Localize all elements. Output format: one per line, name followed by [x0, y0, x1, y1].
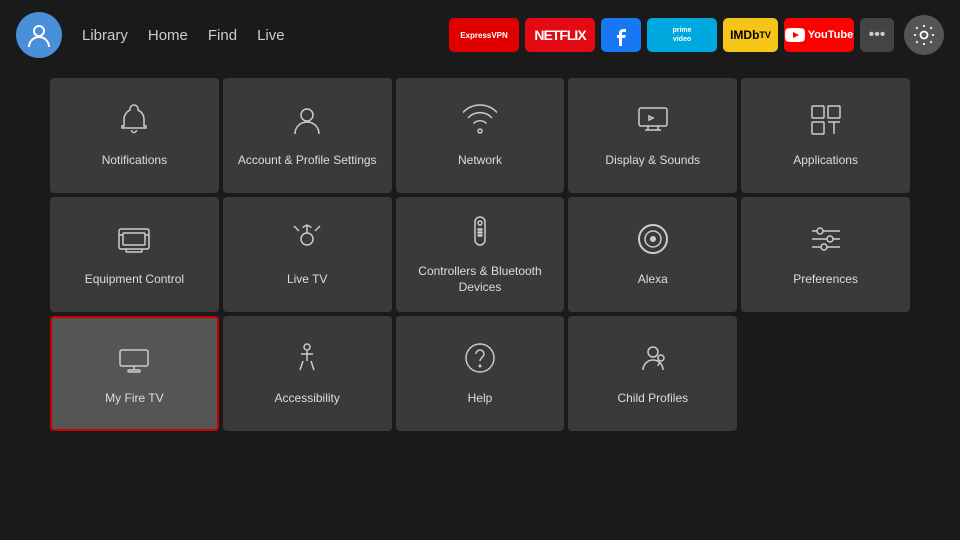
app-netflix[interactable]: NETFLIX — [525, 18, 595, 52]
app-facebook[interactable] — [601, 18, 641, 52]
settings-cell-myfiretv[interactable]: My Fire TV — [50, 316, 219, 431]
nav-home[interactable]: Home — [148, 27, 188, 44]
cell-label-childprofiles: Child Profiles — [617, 391, 688, 407]
cell-label-applications: Applications — [793, 153, 858, 169]
cell-label-controllers: Controllers & Bluetooth Devices — [404, 264, 557, 295]
cell-label-accessibility: Accessibility — [275, 391, 340, 407]
settings-cell-account[interactable]: Account & Profile Settings — [223, 78, 392, 193]
cell-label-livetv: Live TV — [287, 272, 327, 288]
cell-label-network: Network — [458, 153, 502, 169]
antenna-icon — [289, 221, 325, 262]
nav-live[interactable]: Live — [257, 27, 285, 44]
settings-cell-childprofiles[interactable]: Child Profiles — [568, 316, 737, 431]
nav-library[interactable]: Library — [82, 27, 128, 44]
bell-icon — [116, 102, 152, 143]
firetv-icon — [116, 340, 152, 381]
app-imdb[interactable]: IMDb TV — [723, 18, 778, 52]
person-icon — [289, 102, 325, 143]
apps-icon — [808, 102, 844, 143]
display-icon — [635, 102, 671, 143]
cell-label-preferences: Preferences — [793, 272, 858, 288]
settings-cell-help[interactable]: Help — [396, 316, 565, 431]
more-button[interactable]: ••• — [860, 18, 894, 52]
accessibility-icon — [289, 340, 325, 381]
settings-button[interactable] — [904, 15, 944, 55]
sliders-icon — [808, 221, 844, 262]
cell-label-equipment: Equipment Control — [85, 272, 184, 288]
settings-cell-display[interactable]: Display & Sounds — [568, 78, 737, 193]
alexa-icon — [635, 221, 671, 262]
cell-label-alexa: Alexa — [638, 272, 668, 288]
settings-cell-accessibility[interactable]: Accessibility — [223, 316, 392, 431]
cell-label-myfiretv: My Fire TV — [105, 391, 163, 407]
settings-grid: Notifications Account & Profile Settings N… — [50, 78, 910, 431]
remote-icon — [462, 213, 498, 254]
app-shortcuts: ExpressVPN NETFLIX prime video IMDb TV Y… — [449, 15, 944, 55]
avatar[interactable] — [16, 12, 62, 58]
settings-area: Notifications Account & Profile Settings N… — [0, 70, 960, 439]
app-prime[interactable]: prime video — [647, 18, 717, 52]
settings-cell-network[interactable]: Network — [396, 78, 565, 193]
settings-cell-equipment[interactable]: Equipment Control — [50, 197, 219, 312]
cell-label-display: Display & Sounds — [605, 153, 700, 169]
nav-links: Library Home Find Live — [82, 27, 285, 44]
cell-label-notifications: Notifications — [102, 153, 167, 169]
app-youtube[interactable]: YouTube — [784, 18, 854, 52]
settings-cell-livetv[interactable]: Live TV — [223, 197, 392, 312]
cell-label-account: Account & Profile Settings — [238, 153, 377, 169]
settings-cell-alexa[interactable]: Alexa — [568, 197, 737, 312]
childprofiles-icon — [635, 340, 671, 381]
settings-cell-controllers[interactable]: Controllers & Bluetooth Devices — [396, 197, 565, 312]
wifi-icon — [462, 102, 498, 143]
app-expressvpn[interactable]: ExpressVPN — [449, 18, 519, 52]
top-nav: Library Home Find Live ExpressVPN NETFLI… — [0, 0, 960, 70]
tv-icon — [116, 221, 152, 262]
cell-label-help: Help — [468, 391, 493, 407]
nav-find[interactable]: Find — [208, 27, 237, 44]
settings-cell-applications[interactable]: Applications — [741, 78, 910, 193]
settings-cell-notifications[interactable]: Notifications — [50, 78, 219, 193]
help-icon — [462, 340, 498, 381]
settings-cell-preferences[interactable]: Preferences — [741, 197, 910, 312]
